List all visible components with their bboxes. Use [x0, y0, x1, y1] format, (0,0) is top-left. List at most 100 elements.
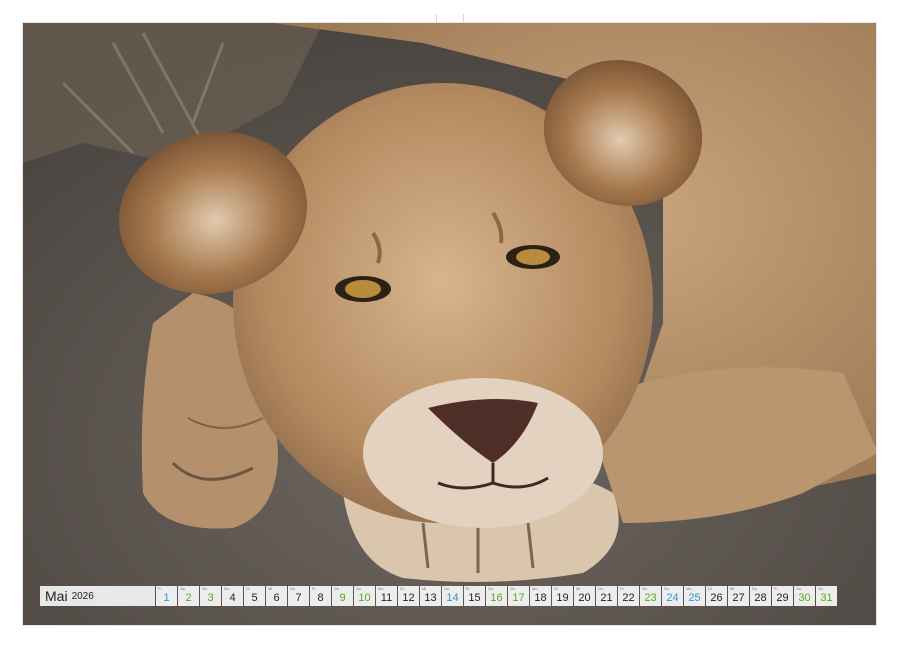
day-number: 22: [618, 592, 639, 605]
day-cell: Di5: [244, 586, 265, 606]
day-abbr: Mi: [268, 587, 272, 591]
day-number: 2: [178, 592, 199, 605]
day-cell: Mi13: [420, 586, 441, 606]
day-abbr: Fr: [312, 587, 316, 591]
day-number: 29: [772, 592, 793, 605]
day-number: 20: [574, 592, 595, 605]
day-cell: Mo4: [222, 586, 243, 606]
day-cell: Mo18: [530, 586, 551, 606]
day-cell: Mi20: [574, 586, 595, 606]
day-number: 3: [200, 592, 221, 605]
day-number: 24: [662, 592, 683, 605]
day-abbr: So: [356, 587, 361, 591]
day-cell: Di12: [398, 586, 419, 606]
day-number: 28: [750, 592, 771, 605]
day-abbr: Mo: [686, 587, 692, 591]
day-cell: Sa9: [332, 586, 353, 606]
day-cell: Mo25: [684, 586, 705, 606]
day-number: 17: [508, 592, 529, 605]
day-abbr: Sa: [334, 587, 339, 591]
day-number: 10: [354, 592, 375, 605]
day-number: 1: [156, 592, 177, 605]
day-abbr: Di: [554, 587, 558, 591]
day-number: 19: [552, 592, 573, 605]
day-abbr: Mi: [730, 587, 734, 591]
day-abbr: Sa: [796, 587, 801, 591]
day-abbr: So: [510, 587, 515, 591]
day-abbr: Fr: [466, 587, 470, 591]
day-abbr: Sa: [488, 587, 493, 591]
day-cell: Do7: [288, 586, 309, 606]
day-number: 25: [684, 592, 705, 605]
day-abbr: So: [818, 587, 823, 591]
day-abbr: Mo: [224, 587, 230, 591]
day-abbr: So: [664, 587, 669, 591]
day-number: 4: [222, 592, 243, 605]
day-number: 30: [794, 592, 815, 605]
day-cell: Sa23: [640, 586, 661, 606]
day-cell: Fr1: [156, 586, 177, 606]
day-abbr: Mo: [532, 587, 538, 591]
day-number: 6: [266, 592, 287, 605]
day-cell: Sa16: [486, 586, 507, 606]
day-cell: Do28: [750, 586, 771, 606]
day-abbr: Fr: [158, 587, 162, 591]
day-cell: Fr8: [310, 586, 331, 606]
day-cell: Fr15: [464, 586, 485, 606]
day-number: 9: [332, 592, 353, 605]
day-abbr: Sa: [180, 587, 185, 591]
day-number: 8: [310, 592, 331, 605]
day-cell: Mi6: [266, 586, 287, 606]
day-abbr: Mi: [422, 587, 426, 591]
day-abbr: Fr: [620, 587, 624, 591]
day-number: 11: [376, 592, 397, 605]
day-cell: So17: [508, 586, 529, 606]
day-cell: So10: [354, 586, 375, 606]
month-year: 2026: [72, 591, 94, 602]
day-abbr: Do: [598, 587, 603, 591]
day-cell: Sa30: [794, 586, 815, 606]
day-cell: So3: [200, 586, 221, 606]
day-cell: Fr22: [618, 586, 639, 606]
day-number: 15: [464, 592, 485, 605]
day-abbr: Do: [290, 587, 295, 591]
day-number: 7: [288, 592, 309, 605]
day-number: 5: [244, 592, 265, 605]
day-number: 31: [816, 592, 837, 605]
day-abbr: Mi: [576, 587, 580, 591]
calendar-photo: [22, 22, 877, 626]
day-number: 27: [728, 592, 749, 605]
day-cell: Di19: [552, 586, 573, 606]
day-cell: Fr29: [772, 586, 793, 606]
day-number: 16: [486, 592, 507, 605]
day-cell: Mo11: [376, 586, 397, 606]
day-number: 26: [706, 592, 727, 605]
day-abbr: So: [202, 587, 207, 591]
day-abbr: Do: [752, 587, 757, 591]
day-abbr: Sa: [642, 587, 647, 591]
day-cell: So24: [662, 586, 683, 606]
day-cell: Mi27: [728, 586, 749, 606]
day-list: Fr1Sa2So3Mo4Di5Mi6Do7Fr8Sa9So10Mo11Di12M…: [156, 586, 837, 606]
day-number: 14: [442, 592, 463, 605]
calendar-strip: Mai 2026 Fr1Sa2So3Mo4Di5Mi6Do7Fr8Sa9So10…: [40, 586, 837, 606]
month-label: Mai 2026: [40, 586, 155, 606]
day-number: 18: [530, 592, 551, 605]
day-number: 23: [640, 592, 661, 605]
day-cell: Do21: [596, 586, 617, 606]
day-number: 21: [596, 592, 617, 605]
day-cell: Di26: [706, 586, 727, 606]
day-abbr: Do: [444, 587, 449, 591]
day-number: 13: [420, 592, 441, 605]
day-abbr: Di: [246, 587, 250, 591]
day-cell: Sa2: [178, 586, 199, 606]
day-cell: Do14: [442, 586, 463, 606]
day-abbr: Fr: [774, 587, 778, 591]
day-abbr: Di: [708, 587, 712, 591]
month-name: Mai: [45, 588, 68, 604]
day-cell: So31: [816, 586, 837, 606]
day-abbr: Di: [400, 587, 404, 591]
day-number: 12: [398, 592, 419, 605]
lioness-photo: [23, 23, 877, 626]
day-abbr: Mo: [378, 587, 384, 591]
